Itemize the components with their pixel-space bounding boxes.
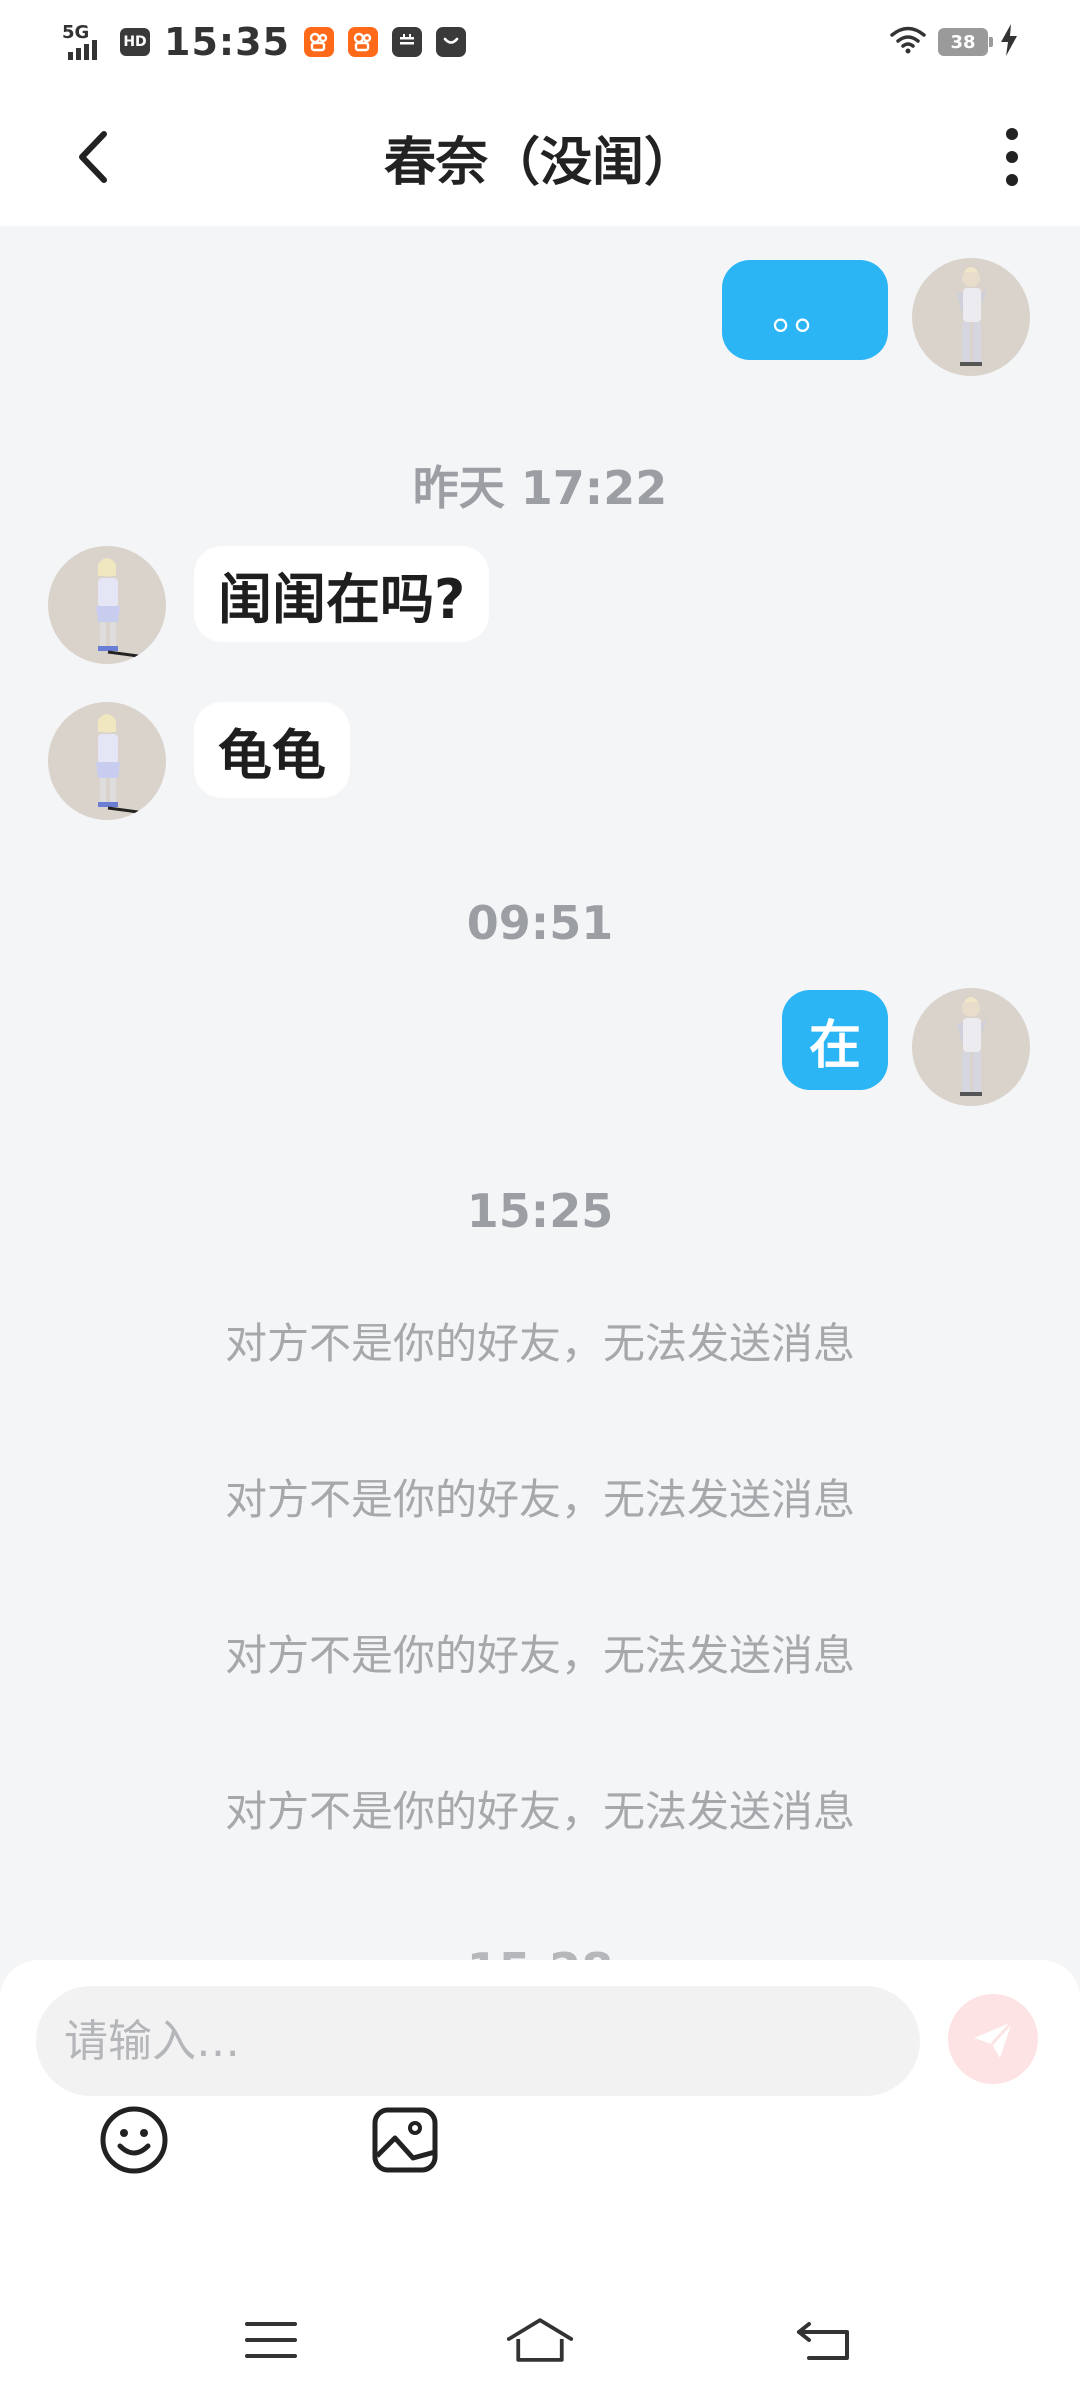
contact-avatar[interactable]	[48, 702, 166, 820]
message-text: 龟龟	[218, 723, 326, 787]
message-input[interactable]	[36, 1986, 920, 2096]
status-right: 38	[888, 20, 1020, 64]
hd-badge: HD	[120, 28, 150, 56]
chat-header: 春奈（没闺）	[0, 84, 1080, 226]
nav-menu-button[interactable]	[236, 2310, 306, 2370]
home-icon	[506, 2318, 574, 2362]
battery-level: 38	[938, 28, 993, 56]
status-time: 15:35	[164, 20, 290, 64]
send-icon	[974, 2020, 1014, 2058]
my-avatar[interactable]	[912, 258, 1030, 376]
system-notice: 对方不是你的好友，无法发送消息	[224, 1475, 855, 1524]
timestamp: 09:51	[466, 896, 614, 950]
more-options-button[interactable]	[988, 122, 1036, 192]
calendar-notification-icon	[391, 27, 422, 57]
received-message-bubble[interactable]: 龟龟	[194, 702, 350, 798]
contact-avatar[interactable]	[48, 546, 166, 664]
status-left: 5G HD 15:35	[60, 14, 466, 70]
image-button[interactable]	[365, 2100, 445, 2180]
menu-icon	[245, 2322, 297, 2358]
system-notice: 对方不是你的好友，无法发送消息	[224, 1787, 855, 1836]
charging-bolt-icon	[998, 23, 1020, 61]
chat-title: 春奈（没闺）	[383, 133, 696, 193]
timestamp: 昨天 17:22	[412, 461, 668, 515]
received-message-bubble[interactable]: 闺闺在吗?	[194, 546, 490, 642]
send-button[interactable]	[948, 1994, 1038, 2084]
sent-message-bubble[interactable]: 。。	[722, 260, 888, 360]
emoji-button[interactable]	[94, 2100, 174, 2180]
timestamp: 15:25	[466, 1184, 614, 1238]
system-navigation-bar	[0, 2280, 1080, 2400]
wifi-icon	[888, 25, 928, 59]
avatar-figure-icon	[96, 714, 139, 814]
more-vertical-icon	[1006, 128, 1018, 186]
nav-home-button[interactable]	[505, 2310, 575, 2370]
status-bar: 5G HD 15:35 38	[0, 0, 1080, 84]
nav-back-button[interactable]	[790, 2310, 860, 2370]
my-avatar[interactable]	[912, 988, 1030, 1106]
shopping-bag-icon	[435, 27, 466, 57]
image-icon	[372, 2107, 438, 2173]
kuaishou-app-icon-2	[347, 27, 378, 57]
message-text: 闺闺在吗?	[218, 567, 466, 631]
cellular-signal-icon: 5G	[60, 22, 112, 62]
avatar-figure-icon	[957, 267, 987, 366]
system-notice: 对方不是你的好友，无法发送消息	[224, 1631, 855, 1680]
avatar-figure-icon	[96, 558, 139, 658]
sent-message-bubble[interactable]: 在	[782, 990, 888, 1090]
message-text: 。。	[772, 289, 838, 340]
avatar-figure-icon	[957, 997, 987, 1096]
message-text: 在	[808, 1015, 861, 1076]
system-notice: 对方不是你的好友，无法发送消息	[224, 1319, 855, 1368]
emoji-icon	[100, 2106, 168, 2174]
input-panel	[0, 1960, 1080, 2400]
kuaishou-app-icon	[303, 27, 334, 57]
back-arrow-icon	[797, 2322, 849, 2360]
